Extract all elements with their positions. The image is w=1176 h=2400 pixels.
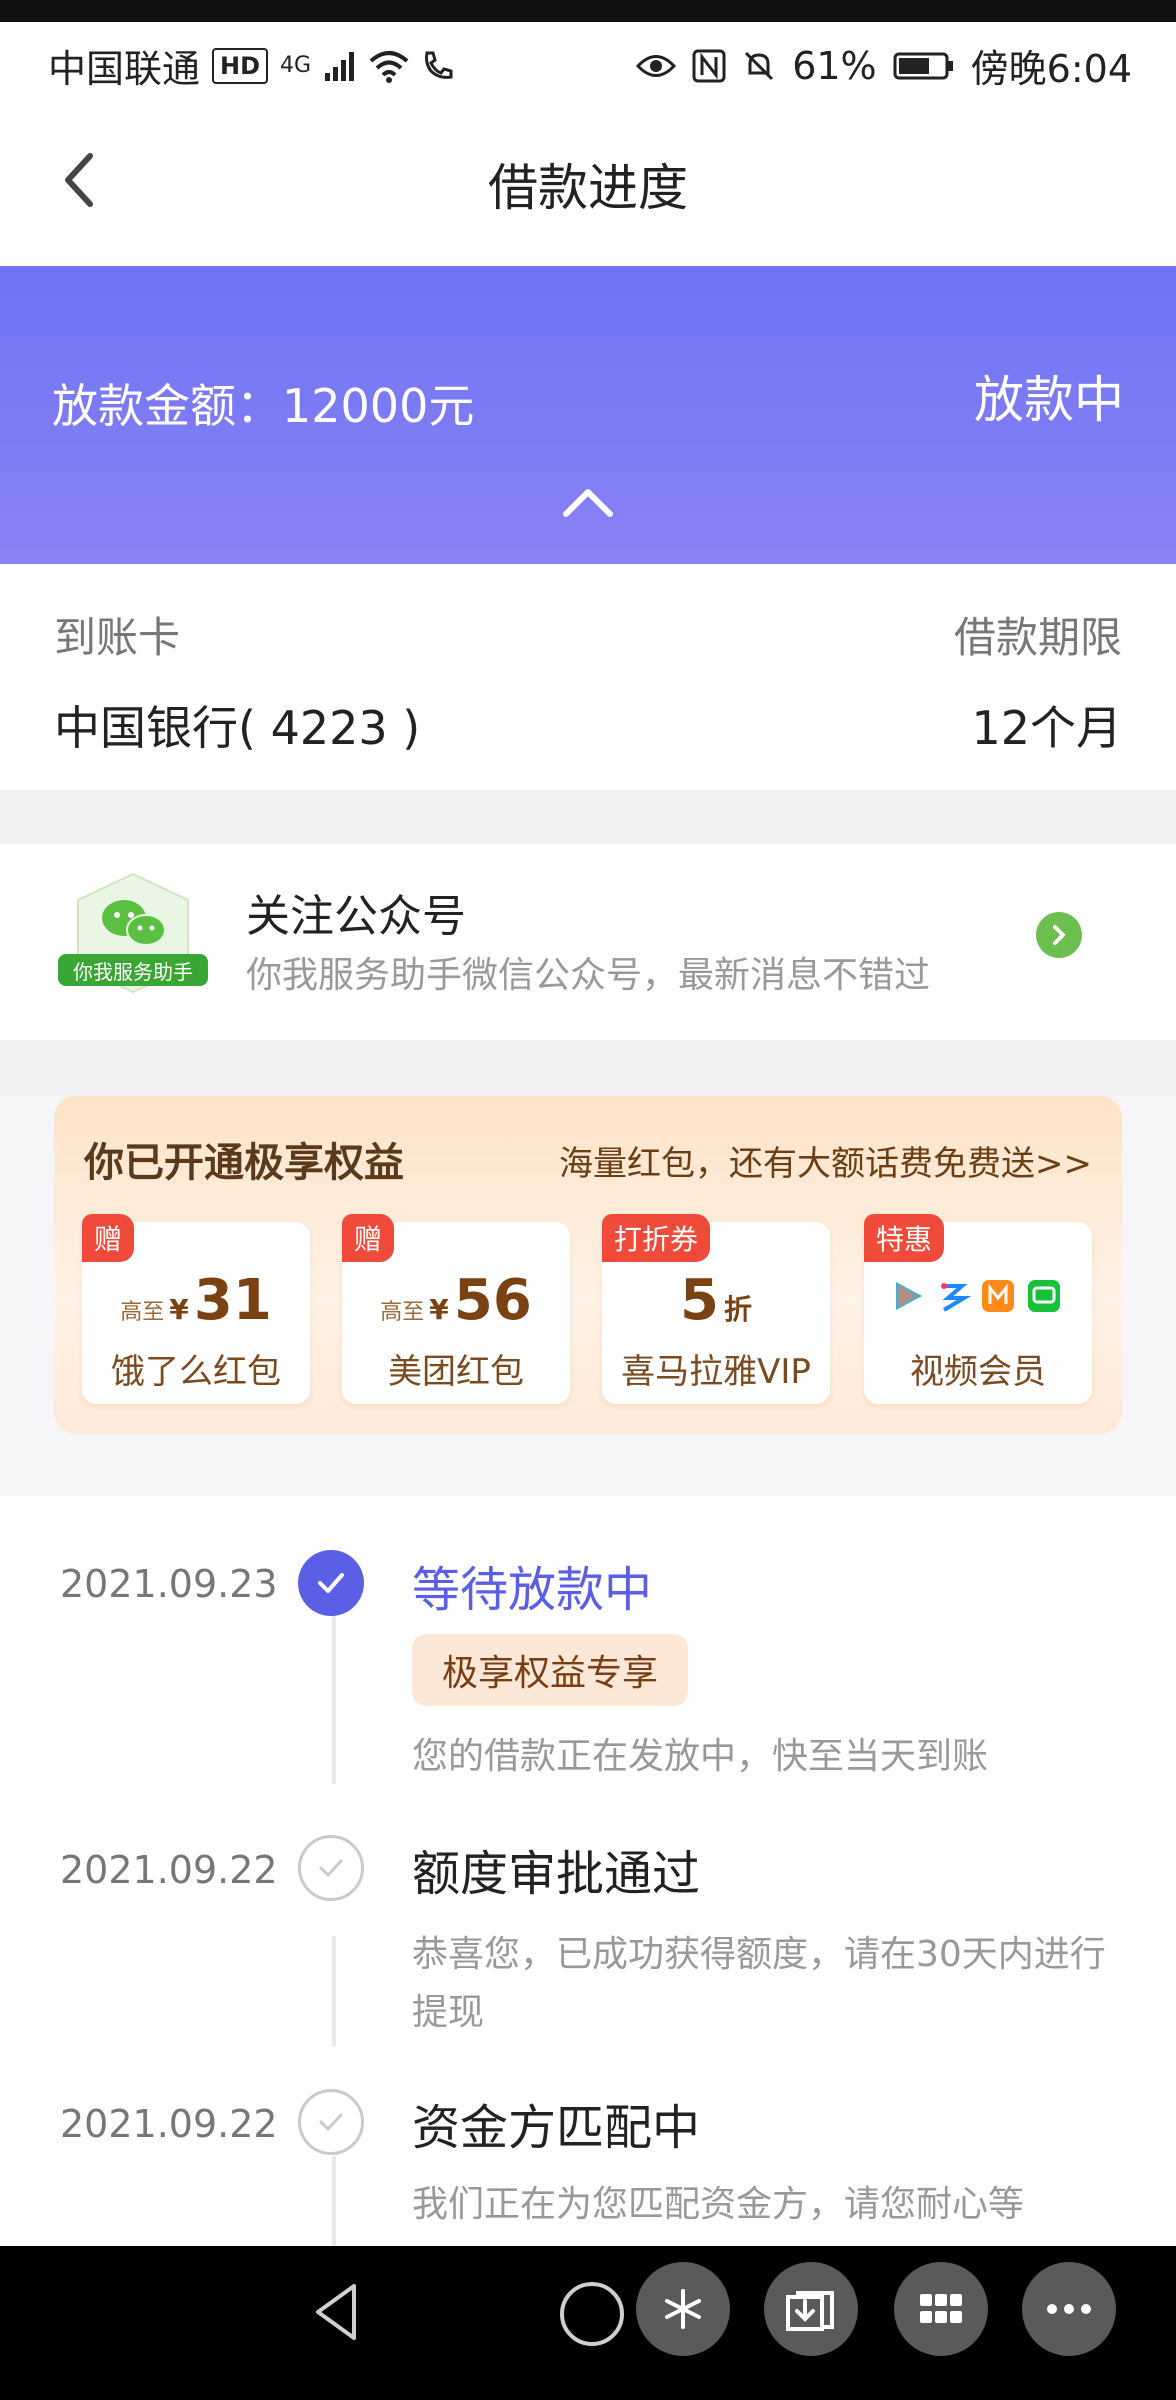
carrier-text: 中国联通 [48,47,201,91]
step-title: 资金方匹配中 [412,2100,701,2156]
coupon-value: 5 折 [679,1268,753,1333]
coupon-ximalaya[interactable]: 打折券 5 折 喜马拉雅VIP [602,1214,830,1404]
coupon-value: 高至 ¥ 56 [380,1268,532,1333]
section-divider [0,790,1176,844]
benefits-title: 你已开通极享权益 [84,1140,404,1186]
step-title: 等待放款中 [412,1562,653,1618]
step-badge: 极享权益专享 [412,1634,689,1706]
step-date: 2021.09.22 [60,1848,278,1892]
top-edge [0,0,1176,22]
follow-title: 关注公众号 [246,891,466,942]
more-dots-icon [1047,2304,1091,2314]
chevron-right-icon [1053,925,1065,945]
check-icon [319,2113,343,2131]
follow-subtitle: 你我服务助手微信公众号，最新消息不错过 [246,955,931,996]
eye-icon [636,54,677,77]
logo-label: 你我服务助手 [73,960,193,984]
clock: 傍晚6:04 [970,47,1132,91]
coupon-name: 美团红包 [388,1352,524,1392]
nav-home-icon[interactable] [560,2282,624,2346]
coupon-tag: 赠 [82,1214,135,1262]
check-icon [318,1573,344,1593]
coupon-name: 饿了么红包 [111,1352,281,1392]
page-title: 借款进度 [488,159,688,217]
signal-icon [325,51,355,81]
download-button[interactable] [764,2262,858,2356]
mute-bell-icon [745,51,774,80]
check-icon [319,1859,343,1877]
coupon-tag: 特惠 [864,1214,945,1262]
coupon-video[interactable]: 特惠 视频会员 [864,1214,1092,1404]
call-icon [425,51,453,79]
step-date: 2021.09.23 [60,1562,278,1606]
download-icon [786,2291,834,2331]
star-burst-icon [665,2289,701,2329]
coupon-value: 高至 ¥ 31 [120,1268,272,1333]
loan-amount: 放款金额：12000元 [52,379,475,433]
timeline-connector [332,2156,336,2246]
coupon-tag: 赠 [342,1214,395,1262]
timeline-connector [332,1614,336,1784]
nfc-icon [692,49,726,82]
coupon-tag: 打折券 [602,1214,711,1262]
term-value: 12个月 [971,701,1122,755]
benefits-promo-link[interactable]: 海量红包，还有大额话费免费送>> [559,1136,1092,1185]
step-status-icon [298,1550,364,1616]
coupon-meituan[interactable]: 赠 高至 ¥ 56 美团红包 [342,1214,570,1404]
section-divider [0,1040,1176,1096]
coupon-eleme[interactable]: 赠 高至 ¥ 31 饿了么红包 [82,1214,310,1404]
network-type: 4G [280,53,312,78]
term-label: 借款期限 [953,613,1122,662]
step-description: 恭喜您，已成功获得额度，请在30天内进行提现 [412,1934,1106,2033]
status-right: 61% 傍晚6:04 [636,38,1132,93]
coupon-name: 视频会员 [910,1352,1046,1392]
step-description: 您的借款正在发放中，快至当天到账 [412,1736,989,1777]
battery-icon [893,52,953,79]
apps-grid-button[interactable] [894,2262,988,2356]
video-app-icons [896,1280,1060,1312]
step-title: 额度审批通过 [412,1846,701,1902]
wifi-icon [369,50,409,83]
loan-status: 放款中 [974,371,1124,429]
card-label: 到账卡 [54,613,181,662]
step-status-icon [298,1835,364,1901]
follow-arrow-button[interactable] [1036,912,1082,958]
nav-back-icon[interactable] [304,2278,372,2346]
battery-percent: 61% [792,43,877,88]
step-description: 我们正在为您匹配资金方，请您耐心等 [412,2184,1025,2225]
timeline-connector [332,1936,336,2046]
assistive-touch-button[interactable] [636,2262,730,2356]
collapse-chevron-icon[interactable] [556,482,620,522]
step-date: 2021.09.22 [60,2102,278,2146]
coupon-name: 喜马拉雅VIP [621,1352,811,1392]
grid-icon [920,2294,962,2323]
card-value: 中国银行( 4223 ) [54,701,421,755]
status-left: 中国联通 HD 4G [48,38,455,93]
more-button[interactable] [1022,2262,1116,2356]
hd-badge: HD [212,47,269,84]
step-status-icon [298,2089,364,2155]
